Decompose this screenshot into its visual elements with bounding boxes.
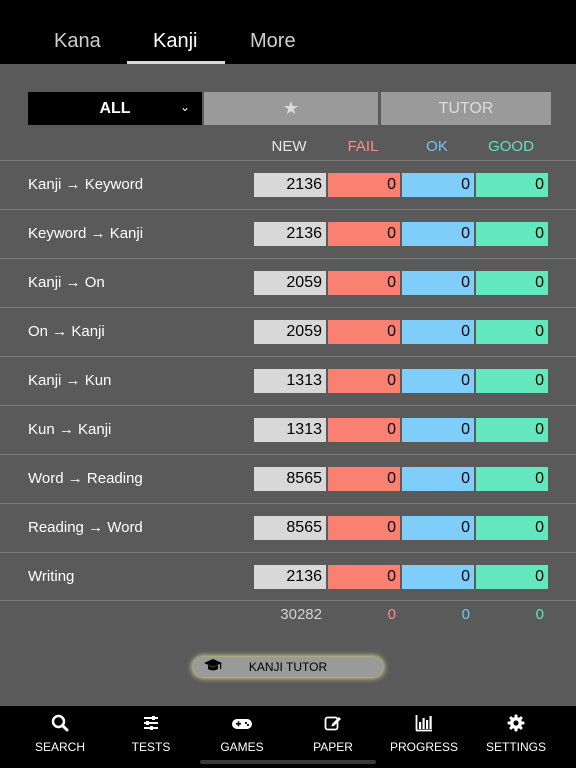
- nav-games-label: GAMES: [220, 740, 264, 754]
- test-row-label: Kun → Kanji: [28, 421, 112, 438]
- new-count: 8565: [254, 516, 326, 540]
- test-row[interactable]: Writing 2136 0 0 0: [0, 552, 576, 601]
- test-row[interactable]: Keyword → Kanji 2136 0 0 0: [0, 209, 576, 258]
- ok-count: 0: [402, 565, 474, 589]
- tab-kana[interactable]: Kana: [54, 30, 101, 53]
- fail-count: 0: [328, 467, 400, 491]
- test-row-label: Writing: [28, 568, 75, 585]
- test-row-label: Reading → Word: [28, 519, 143, 536]
- ok-count: 0: [402, 516, 474, 540]
- graduation-cap-icon: [203, 658, 223, 677]
- filter-tutor-label: TUTOR: [438, 99, 494, 117]
- nav-progress-label: PROGRESS: [389, 740, 458, 754]
- new-count: 1313: [254, 369, 326, 393]
- nav-paper-label: PAPER: [313, 740, 353, 754]
- total-new: 30282: [280, 606, 322, 623]
- tab-kanji[interactable]: Kanji: [153, 30, 197, 53]
- fail-count: 0: [328, 271, 400, 295]
- filter-all-label: ALL: [99, 99, 131, 117]
- test-row[interactable]: Word → Reading 8565 0 0 0: [0, 454, 576, 503]
- pencil-square-icon: [288, 714, 378, 732]
- nav-search[interactable]: SEARCH: [15, 714, 105, 754]
- test-row-label: Kanji → Keyword: [28, 176, 144, 193]
- test-row[interactable]: On → Kanji 2059 0 0 0: [0, 307, 576, 356]
- good-count: 0: [476, 320, 548, 344]
- ok-count: 0: [402, 222, 474, 246]
- ok-count: 0: [402, 320, 474, 344]
- nav-tests[interactable]: TESTS: [106, 714, 196, 754]
- nav-settings[interactable]: SETTINGS: [471, 714, 561, 754]
- fail-count: 0: [328, 418, 400, 442]
- test-list: Kanji → Keyword 2136 0 0 0 Keyword → Kan…: [0, 160, 576, 601]
- filter-tutor-button[interactable]: TUTOR: [381, 92, 551, 125]
- good-count: 0: [476, 467, 548, 491]
- good-count: 0: [476, 418, 548, 442]
- nav-settings-label: SETTINGS: [485, 740, 546, 754]
- test-row[interactable]: Kanji → On 2059 0 0 0: [0, 258, 576, 307]
- new-count: 2136: [254, 222, 326, 246]
- fail-count: 0: [328, 320, 400, 344]
- nav-paper[interactable]: PAPER: [288, 714, 378, 754]
- new-count: 2059: [254, 320, 326, 344]
- column-header-ok: OK: [426, 138, 448, 155]
- ok-count: 0: [402, 271, 474, 295]
- filter-starred-button[interactable]: ★: [204, 92, 378, 125]
- new-count: 2136: [254, 173, 326, 197]
- tab-more[interactable]: More: [250, 30, 296, 53]
- chevron-down-icon: ⌄: [179, 100, 190, 114]
- test-row-label: Kanji → On: [28, 274, 105, 291]
- ok-count: 0: [402, 467, 474, 491]
- fail-count: 0: [328, 173, 400, 197]
- test-row-label: Kanji → Kun: [28, 372, 112, 389]
- test-row[interactable]: Reading → Word 8565 0 0 0: [0, 503, 576, 552]
- active-tab-indicator: [127, 61, 225, 64]
- bar-chart-icon: [379, 714, 469, 732]
- test-row-label: Word → Reading: [28, 470, 143, 487]
- kanji-tutor-label: KANJI TUTOR: [248, 660, 328, 674]
- good-count: 0: [476, 565, 548, 589]
- ok-count: 0: [402, 418, 474, 442]
- good-count: 0: [476, 516, 548, 540]
- gamepad-icon: [197, 714, 287, 732]
- nav-games[interactable]: GAMES: [197, 714, 287, 754]
- test-row[interactable]: Kun → Kanji 1313 0 0 0: [0, 405, 576, 454]
- test-row[interactable]: Kanji → Kun 1313 0 0 0: [0, 356, 576, 405]
- fail-count: 0: [328, 369, 400, 393]
- totals-row: 30282 0 0 0: [0, 606, 576, 626]
- gear-icon: [471, 714, 561, 732]
- filter-all-dropdown[interactable]: ALL ⌄: [28, 92, 202, 125]
- column-header-good: GOOD: [488, 138, 534, 155]
- nav-progress[interactable]: PROGRESS: [379, 714, 469, 754]
- top-tab-bar: Kana Kanji More: [0, 0, 576, 64]
- fail-count: 0: [328, 222, 400, 246]
- ok-count: 0: [402, 369, 474, 393]
- new-count: 1313: [254, 418, 326, 442]
- fail-count: 0: [328, 516, 400, 540]
- new-count: 2059: [254, 271, 326, 295]
- sliders-icon: [106, 714, 196, 732]
- column-header-new: NEW: [271, 138, 307, 155]
- nav-tests-label: TESTS: [131, 740, 171, 754]
- search-icon: [15, 714, 105, 732]
- ok-count: 0: [402, 173, 474, 197]
- bottom-nav-bar: SEARCH TESTS GAMES PAPER PROGRESS SETTIN…: [0, 706, 576, 768]
- star-icon: ★: [282, 98, 300, 118]
- new-count: 2136: [254, 565, 326, 589]
- total-fail: 0: [387, 606, 396, 623]
- good-count: 0: [476, 271, 548, 295]
- fail-count: 0: [328, 565, 400, 589]
- nav-search-label: SEARCH: [34, 740, 85, 754]
- test-row[interactable]: Kanji → Keyword 2136 0 0 0: [0, 160, 576, 209]
- good-count: 0: [476, 222, 548, 246]
- good-count: 0: [476, 369, 548, 393]
- home-indicator: [200, 760, 376, 764]
- total-ok: 0: [461, 606, 470, 623]
- new-count: 8565: [254, 467, 326, 491]
- column-header-fail: FAIL: [347, 138, 379, 155]
- total-good: 0: [535, 606, 544, 623]
- test-row-label: On → Kanji: [28, 323, 105, 340]
- test-row-label: Keyword → Kanji: [28, 225, 144, 242]
- kanji-tutor-button[interactable]: KANJI TUTOR: [193, 657, 383, 677]
- good-count: 0: [476, 173, 548, 197]
